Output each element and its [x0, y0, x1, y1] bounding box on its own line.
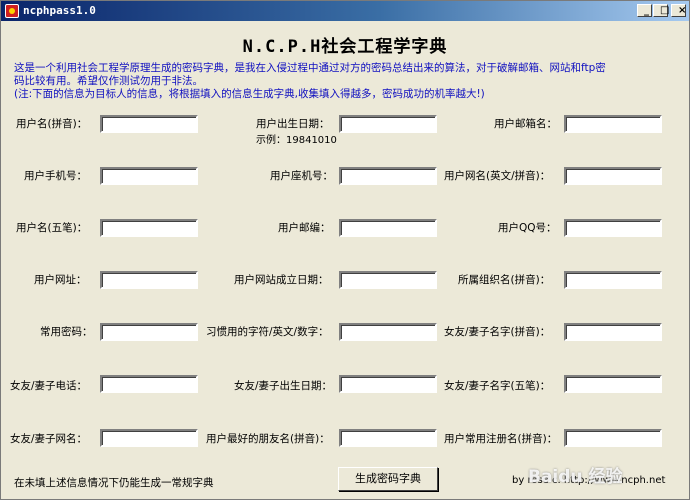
- birth-date-example: 示例：19841010: [256, 135, 337, 146]
- label-username-pinyin: 用户名(拼音)：: [16, 118, 88, 130]
- label-qq: 用户QQ号：: [498, 222, 557, 234]
- label-reg-name: 用户常用注册名(拼音)：: [444, 433, 558, 445]
- label-postcode: 用户邮编：: [278, 222, 331, 234]
- label-partner-birth: 女友/妻子出生日期：: [234, 380, 333, 392]
- label-username-wubi: 用户名(五笔)：: [16, 222, 88, 234]
- baidu-watermark: Baidu 经验: [528, 467, 623, 487]
- label-partner-name-pinyin: 女友/妻子名字(拼音)：: [444, 326, 551, 338]
- mobile-input[interactable]: [100, 167, 198, 185]
- minimize-button[interactable]: _: [637, 4, 652, 17]
- site-founded-input[interactable]: [339, 271, 437, 289]
- organization-input[interactable]: [564, 271, 662, 289]
- maximize-button[interactable]: □: [653, 4, 669, 17]
- postcode-input[interactable]: [339, 219, 437, 237]
- intro-line-2: 码比较有用。希望仅作测试勿用于非法。: [14, 75, 203, 87]
- partner-phone-input[interactable]: [100, 375, 198, 393]
- intro-line-1: 这是一个利用社会工程学原理生成的密码字典，是我在入侵过程中通过对方的密码总结出来…: [14, 62, 606, 74]
- label-common-password: 常用密码：: [40, 326, 93, 338]
- page-title: N.C.P.H社会工程学字典: [242, 37, 448, 57]
- label-site-founded: 用户网站成立日期：: [234, 274, 329, 286]
- website-input[interactable]: [100, 271, 198, 289]
- username-pinyin-input[interactable]: [100, 115, 198, 133]
- partner-nickname-input[interactable]: [100, 429, 198, 447]
- nickname-input[interactable]: [564, 167, 662, 185]
- partner-name-pinyin-input[interactable]: [564, 323, 662, 341]
- label-birth-date: 用户出生日期：: [256, 118, 330, 130]
- label-email-name: 用户邮箱名：: [494, 118, 557, 130]
- habit-chars-input[interactable]: [339, 323, 437, 341]
- partner-birth-input[interactable]: [339, 375, 437, 393]
- reg-name-input[interactable]: [564, 429, 662, 447]
- intro-line-3: (注:下面的信息为目标人的信息，将根据填入的信息生成字典,收集填入得越多，密码成…: [14, 88, 485, 100]
- label-partner-name-wubi: 女友/妻子名字(五笔)：: [444, 380, 551, 392]
- label-organization: 所属组织名(拼音)：: [458, 274, 551, 286]
- label-partner-phone: 女友/妻子电话：: [10, 380, 88, 392]
- label-landline: 用户座机号：: [270, 170, 333, 182]
- label-habit-chars: 习惯用的字符/英文/数字：: [206, 326, 329, 338]
- app-icon: [5, 4, 19, 18]
- close-button[interactable]: ×: [671, 4, 686, 17]
- username-wubi-input[interactable]: [100, 219, 198, 237]
- birth-date-input[interactable]: [339, 115, 437, 133]
- generate-dictionary-button[interactable]: 生成密码字典: [338, 467, 438, 491]
- title-bar[interactable]: ncphpass1.0 _ □ ×: [1, 1, 689, 21]
- qq-input[interactable]: [564, 219, 662, 237]
- window-title: ncphpass1.0: [23, 4, 96, 17]
- label-website: 用户网址：: [34, 274, 87, 286]
- email-name-input[interactable]: [564, 115, 662, 133]
- label-partner-nickname: 女友/妻子网名：: [10, 433, 88, 445]
- label-nickname: 用户网名(英文/拼音)：: [444, 170, 551, 182]
- label-best-friend: 用户最好的朋友名(拼音)：: [206, 433, 330, 445]
- footnote: 在未填上述信息情况下仍能生成一常规字典: [14, 477, 214, 489]
- intro-text: 这是一个利用社会工程学原理生成的密码字典，是我在入侵过程中通过对方的密码总结出来…: [14, 62, 664, 101]
- common-password-input[interactable]: [100, 323, 198, 341]
- best-friend-input[interactable]: [339, 429, 437, 447]
- partner-name-wubi-input[interactable]: [564, 375, 662, 393]
- landline-input[interactable]: [339, 167, 437, 185]
- label-mobile: 用户手机号：: [24, 170, 87, 182]
